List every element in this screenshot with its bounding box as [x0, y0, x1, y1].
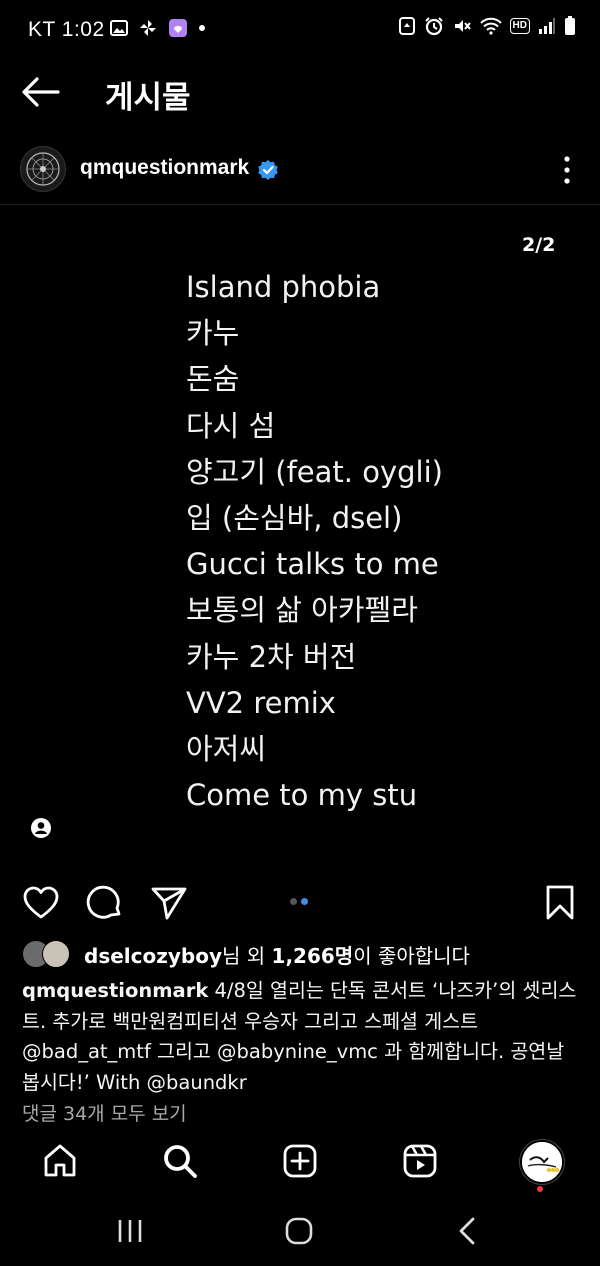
share-button[interactable] [150, 884, 188, 922]
system-recents-button[interactable] [114, 1216, 146, 1246]
alarm-icon [424, 16, 444, 36]
messenger-icon [168, 18, 188, 38]
setlist-item: 다시 섬 [186, 408, 276, 443]
recycle-icon [398, 16, 416, 36]
setlist-item: 카누 2차 버전 [186, 639, 357, 674]
nav-profile-avatar[interactable] [520, 1140, 564, 1184]
tag-people-button[interactable] [30, 817, 52, 839]
wifi-icon [479, 17, 502, 35]
post-username[interactable]: qmquestionmark [80, 156, 249, 180]
view-all-comments-link[interactable]: 댓글 34개 모두 보기 [22, 1099, 187, 1126]
caption-username[interactable]: qmquestionmark [22, 979, 208, 1002]
home-icon [44, 1144, 76, 1177]
reels-icon [403, 1144, 437, 1178]
bookmark-icon [546, 885, 574, 920]
carousel-dot-active [301, 898, 308, 905]
carousel-indicator [290, 898, 308, 905]
likes-suffix: 이 좋아합니다 [353, 944, 470, 968]
heart-icon [23, 886, 59, 919]
system-back-button[interactable] [454, 1216, 480, 1246]
more-vertical-icon [564, 156, 570, 184]
search-icon [164, 1145, 197, 1178]
slide-counter: 2/2 [522, 234, 556, 256]
carousel-dot [290, 898, 297, 905]
setlist-item: 입 (손심바, dsel) [186, 501, 403, 536]
post-caption: qmquestionmark 4/8일 열리는 단독 콘서트 ‘나즈카’의 셋리… [22, 976, 582, 1098]
nav-search-button[interactable] [162, 1143, 198, 1179]
verified-badge-icon [257, 159, 279, 181]
likers-avatars[interactable] [22, 940, 74, 968]
nav-home-button[interactable] [42, 1143, 78, 1179]
home-circle-icon [285, 1217, 313, 1245]
post-author-avatar[interactable] [20, 146, 66, 192]
setlist-item: Gucci talks to me [186, 547, 439, 582]
liker-avatar [42, 940, 70, 968]
comment-icon [86, 885, 121, 919]
comment-button[interactable] [86, 884, 124, 922]
more-options-button[interactable] [556, 152, 578, 188]
arrow-left-icon [22, 77, 60, 107]
gallery-icon [110, 19, 128, 37]
back-button[interactable] [20, 74, 62, 110]
nav-create-button[interactable] [282, 1143, 318, 1179]
dot-icon [198, 24, 206, 32]
setlist-item: 아저씨 [186, 732, 267, 767]
profile-picture [522, 1142, 562, 1182]
recents-icon [118, 1220, 142, 1242]
profile-notification-dot [537, 1186, 543, 1192]
create-icon [283, 1144, 317, 1178]
page-title: 게시물 [105, 80, 191, 116]
first-liker-username[interactable]: dselcozyboy [84, 944, 222, 968]
battery-icon [564, 16, 576, 36]
user-tag-icon [31, 818, 51, 838]
paper-plane-icon [151, 887, 187, 920]
system-home-button[interactable] [283, 1215, 315, 1247]
nav-reels-button[interactable] [402, 1143, 438, 1179]
setlist-item: 보통의 삶 아카펠라 [186, 593, 418, 628]
likes-summary[interactable]: dselcozyboy님 외 1,266명이 좋아합니다 [84, 940, 470, 969]
mute-icon [452, 16, 472, 36]
setlist-item: Island phobia [186, 270, 381, 304]
status-right-icons: HD [398, 16, 576, 36]
likes-middle-text: 님 외 [222, 944, 272, 968]
back-chevron-icon [459, 1217, 475, 1245]
setlist: Island phobia 카누 돈숨 다시 섬 양고기 (feat. oygl… [186, 264, 443, 818]
signal-icon [538, 17, 556, 35]
like-button[interactable] [22, 884, 60, 922]
setlist-item: 카누 [186, 316, 240, 351]
setlist-item: 양고기 (feat. oygli) [186, 454, 443, 489]
setlist-item: VV2 remix [186, 685, 336, 720]
pinwheel-icon [138, 18, 158, 38]
setlist-item: Come to my stu [186, 778, 418, 813]
likes-count[interactable]: 1,266명 [272, 944, 354, 968]
save-button[interactable] [542, 884, 578, 922]
hd-icon: HD [509, 18, 530, 34]
setlist-item: 돈숨 [186, 362, 240, 397]
status-left-icons [110, 18, 206, 38]
carrier-time: KT 1:02 [28, 18, 105, 41]
status-bar: KT 1:02 HD [0, 0, 600, 60]
